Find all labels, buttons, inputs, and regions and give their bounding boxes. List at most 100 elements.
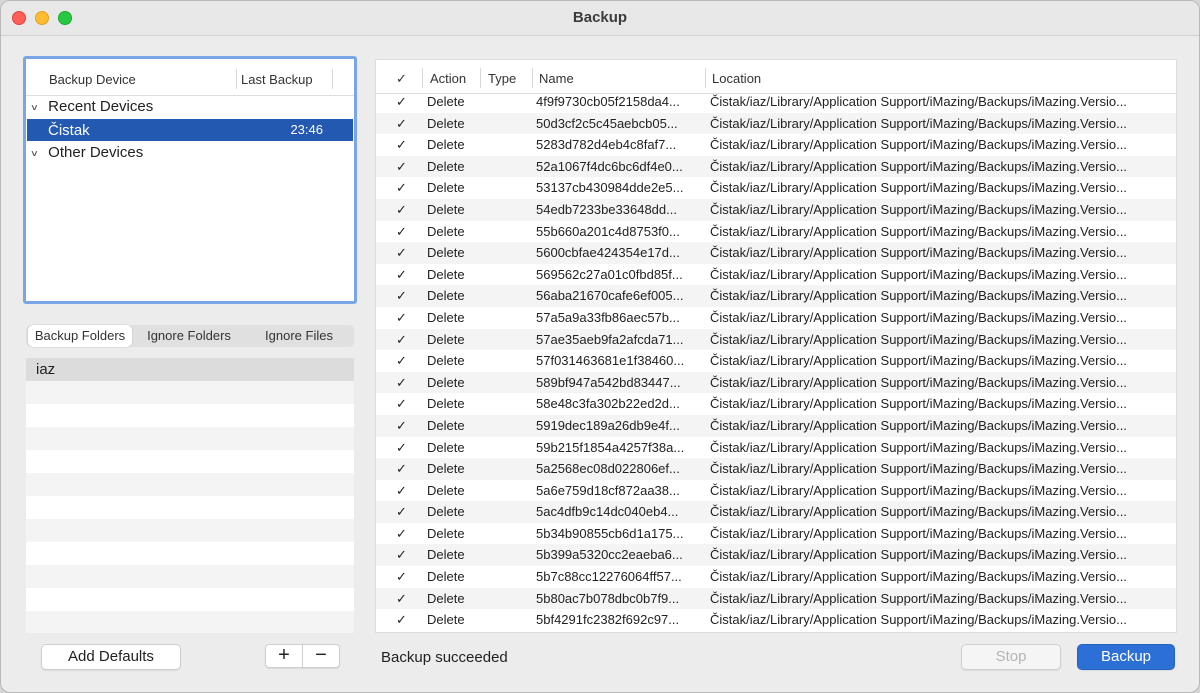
table-row[interactable]: ✓ Delete 589bf947a542bd83447... Čistak/iaz/…	[376, 371, 1176, 394]
row-location: Čistak/iaz/Library/Application Support/i…	[710, 158, 1127, 174]
row-action: Delete	[427, 439, 465, 455]
row-check-icon[interactable]: ✓	[396, 612, 410, 628]
row-name: 5a6e759d18cf872aa38...	[536, 482, 680, 498]
row-action: Delete	[427, 94, 465, 109]
row-check-icon[interactable]: ✓	[396, 396, 410, 412]
remove-folder-button[interactable]: −	[302, 644, 340, 668]
table-row[interactable]: ✓ Delete 5bf4291fc2382f692c97... Čistak/iaz…	[376, 609, 1176, 631]
table-row[interactable]: ✓ Delete 5a6e759d18cf872aa38... Čistak/iaz/…	[376, 480, 1176, 502]
backup-window: Backup Backup Device Last Backup ∨ Recen…	[0, 0, 1200, 693]
row-check-icon[interactable]: ✓	[396, 224, 410, 240]
row-location: Čistak/iaz/Library/Application Support/i…	[710, 353, 1127, 369]
column-header-name[interactable]: Name	[539, 71, 574, 86]
row-check-icon[interactable]: ✓	[396, 116, 410, 132]
row-location: Čistak/iaz/Library/Application Support/i…	[710, 288, 1127, 304]
add-defaults-button[interactable]: Add Defaults	[41, 644, 181, 670]
row-location: Čistak/iaz/Library/Application Support/i…	[710, 417, 1127, 433]
table-row[interactable]: ✓ Delete 5a2568ec08d022806ef... Čistak/iaz/…	[376, 458, 1176, 480]
column-divider	[236, 69, 237, 89]
row-check-icon[interactable]: ✓	[396, 332, 410, 348]
row-location: Čistak/iaz/Library/Application Support/i…	[710, 482, 1127, 498]
table-row[interactable]: ✓ Delete 50d3cf2c5c45aebcb05... Čistak/iaz/…	[376, 112, 1176, 135]
table-row[interactable]: ✓ Delete 5283d782d4eb4c8faf7... Čistak/iaz/…	[376, 134, 1176, 156]
row-check-icon[interactable]: ✓	[396, 180, 410, 196]
column-header-check[interactable]: ✓	[396, 71, 407, 87]
column-header-backup-device[interactable]: Backup Device	[49, 72, 136, 87]
column-header-type[interactable]: Type	[488, 71, 516, 86]
tab-backup-folders[interactable]: Backup Folders	[28, 325, 132, 347]
row-action: Delete	[427, 223, 465, 239]
column-header-last-backup[interactable]: Last Backup	[241, 72, 313, 87]
row-location: Čistak/iaz/Library/Application Support/i…	[710, 309, 1127, 325]
table-row[interactable]: ✓ Delete 5b80ac7b078dbc0b7f9... Čistak/iaz/…	[376, 587, 1176, 610]
row-name: 5b399a5320cc2eaeba6...	[536, 547, 683, 563]
row-check-icon[interactable]: ✓	[396, 375, 410, 391]
device-last-backup-time: 23:46	[290, 122, 323, 137]
row-check-icon[interactable]: ✓	[396, 569, 410, 585]
tab-ignore-files[interactable]: Ignore Files	[246, 325, 352, 347]
stop-button[interactable]: Stop	[961, 644, 1061, 670]
table-row[interactable]: ✓ Delete 4f9f9730cb05f2158da4... Čistak/iaz…	[376, 91, 1176, 113]
table-row[interactable]: ✓ Delete 57ae35aeb9fa2afcda71... Čistak/iaz…	[376, 328, 1176, 351]
column-header-action[interactable]: Action	[430, 71, 466, 86]
table-row[interactable]: ✓ Delete 57a5a9a33fb86aec57b... Čistak/iaz/…	[376, 307, 1176, 329]
row-check-icon[interactable]: ✓	[396, 504, 410, 520]
row-check-icon[interactable]: ✓	[396, 418, 410, 434]
table-row[interactable]: ✓ Delete 57f031463681e1f38460... Čistak/iaz…	[376, 350, 1176, 372]
table-row[interactable]: ✓ Delete 52a1067f4dc6bc6df4e0... Čistak/iaz…	[376, 155, 1176, 178]
row-action: Delete	[427, 612, 465, 628]
row-location: Čistak/iaz/Library/Application Support/i…	[710, 569, 1127, 585]
device-list[interactable]: Backup Device Last Backup ∨ Recent Devic…	[23, 56, 357, 304]
group-recent-devices[interactable]: ∨ Recent Devices	[30, 98, 153, 120]
row-action: Delete	[427, 569, 465, 585]
table-row[interactable]: ✓ Delete 5b34b90855cb6d1a175... Čistak/iaz/…	[376, 523, 1176, 545]
row-check-icon[interactable]: ✓	[396, 526, 410, 542]
table-row[interactable]: ✓ Delete 55b660a201c4d8753f0... Čistak/iaz/…	[376, 221, 1176, 243]
table-row[interactable]: ✓ Delete 53137cb430984dde2e5... Čistak/iaz/…	[376, 177, 1176, 199]
row-check-icon[interactable]: ✓	[396, 591, 410, 607]
table-row[interactable]: ✓ Delete 5b399a5320cc2eaeba6... Čistak/iaz/…	[376, 544, 1176, 567]
tab-ignore-folders[interactable]: Ignore Folders	[136, 325, 242, 347]
chevron-down-icon[interactable]: ∨	[30, 102, 44, 112]
row-action: Delete	[427, 504, 465, 520]
row-check-icon[interactable]: ✓	[396, 483, 410, 499]
row-check-icon[interactable]: ✓	[396, 202, 410, 218]
table-row[interactable]: ✓ Delete 569562c27a01c0fbd85f... Čistak/iaz…	[376, 264, 1176, 286]
table-header: ✓ Action Type Name Location	[376, 60, 1176, 94]
list-item[interactable]: iaz	[26, 358, 354, 381]
group-other-devices[interactable]: ∨ Other Devices	[30, 144, 143, 166]
column-header-location[interactable]: Location	[712, 71, 761, 86]
row-check-icon[interactable]: ✓	[396, 310, 410, 326]
chevron-down-icon[interactable]: ∨	[30, 148, 44, 158]
table-row[interactable]: ✓ Delete 59b215f1854a4257f38a... Čistak/iaz…	[376, 437, 1176, 459]
row-location: Čistak/iaz/Library/Application Support/i…	[710, 547, 1127, 563]
row-action: Delete	[427, 590, 465, 606]
row-check-icon[interactable]: ✓	[396, 267, 410, 283]
row-check-icon[interactable]: ✓	[396, 288, 410, 304]
table-row[interactable]: ✓ Delete 54edb7233be33648dd... Čistak/iaz/L…	[376, 198, 1176, 221]
row-action: Delete	[427, 525, 465, 541]
table-row[interactable]: ✓ Delete 58e48c3fa302b22ed2d... Čistak/iaz/…	[376, 393, 1176, 415]
row-check-icon[interactable]: ✓	[396, 245, 410, 261]
table-row[interactable]: ✓ Delete 5ac4dfb9c14dc040eb4... Čistak/iaz/…	[376, 501, 1176, 523]
row-name: 5a2568ec08d022806ef...	[536, 461, 680, 477]
row-check-icon[interactable]: ✓	[396, 159, 410, 175]
empty-row	[26, 450, 354, 473]
row-check-icon[interactable]: ✓	[396, 440, 410, 456]
table-row[interactable]: ✓ Delete 5919dec189a26db9e4f... Čistak/iaz/…	[376, 414, 1176, 437]
file-action-table[interactable]: ✓ Action Type Name Location ✓ Delete 4f9f9…	[375, 59, 1177, 633]
row-check-icon[interactable]: ✓	[396, 353, 410, 369]
table-row[interactable]: ✓ Delete 5600cbfae424354e17d... Čistak/iaz/…	[376, 242, 1176, 264]
row-check-icon[interactable]: ✓	[396, 94, 410, 110]
row-check-icon[interactable]: ✓	[396, 137, 410, 153]
row-name: 57ae35aeb9fa2afcda71...	[536, 331, 684, 347]
device-row-selected[interactable]: Čistak 23:46	[27, 119, 353, 141]
row-check-icon[interactable]: ✓	[396, 547, 410, 563]
backup-button[interactable]: Backup	[1077, 644, 1175, 670]
row-check-icon[interactable]: ✓	[396, 461, 410, 477]
add-folder-button[interactable]: +	[265, 644, 303, 668]
table-row[interactable]: ✓ Delete 56aba21670cafe6ef005... Čistak/iaz…	[376, 285, 1176, 307]
table-row[interactable]: ✓ Delete 5b7c88cc12276064ff57... Čistak/iaz…	[376, 566, 1176, 588]
backup-folder-list[interactable]: iaz	[26, 358, 354, 633]
row-name: 5b7c88cc12276064ff57...	[536, 569, 682, 585]
